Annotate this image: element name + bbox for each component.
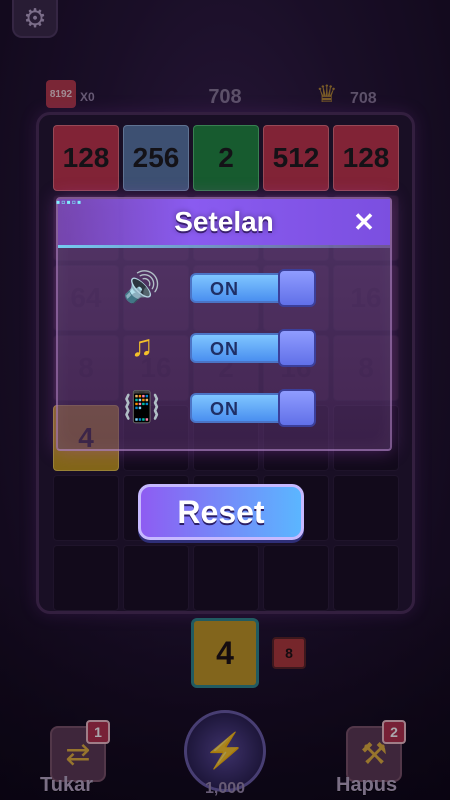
music-note-icon: ♫	[130, 330, 154, 363]
sparkle-icon: ▪▫▪▫▪	[56, 195, 83, 209]
toggle-knob[interactable]	[278, 389, 316, 427]
dialog-header: ▪▫▪▫▪ Setelan ✕	[56, 195, 390, 245]
vibration-toggle-state: ON	[210, 399, 239, 419]
sound-row: 🔊 ON	[122, 267, 382, 307]
music-row: ♫ ON	[122, 327, 382, 367]
toggle-knob[interactable]	[278, 329, 316, 367]
toggle-knob[interactable]	[278, 269, 316, 307]
sound-toggle[interactable]: ON	[190, 269, 316, 307]
sound-toggle-state: ON	[210, 279, 239, 299]
vibration-row: 📳 ON	[122, 387, 382, 427]
vibrate-icon: 📳	[123, 390, 161, 424]
vibration-toggle[interactable]: ON	[190, 389, 316, 427]
music-toggle-state: ON	[210, 339, 239, 359]
settings-dialog: ▪▫▪▫▪ Setelan ✕ 🔊 ON ♫ ON 📳 ON	[56, 195, 392, 451]
reset-button[interactable]: Reset	[138, 484, 304, 540]
dialog-title: Setelan	[174, 206, 274, 237]
speaker-icon: 🔊	[123, 270, 161, 304]
close-icon[interactable]: ✕	[348, 206, 380, 238]
music-toggle[interactable]: ON	[190, 329, 316, 367]
header-divider	[58, 245, 390, 248]
